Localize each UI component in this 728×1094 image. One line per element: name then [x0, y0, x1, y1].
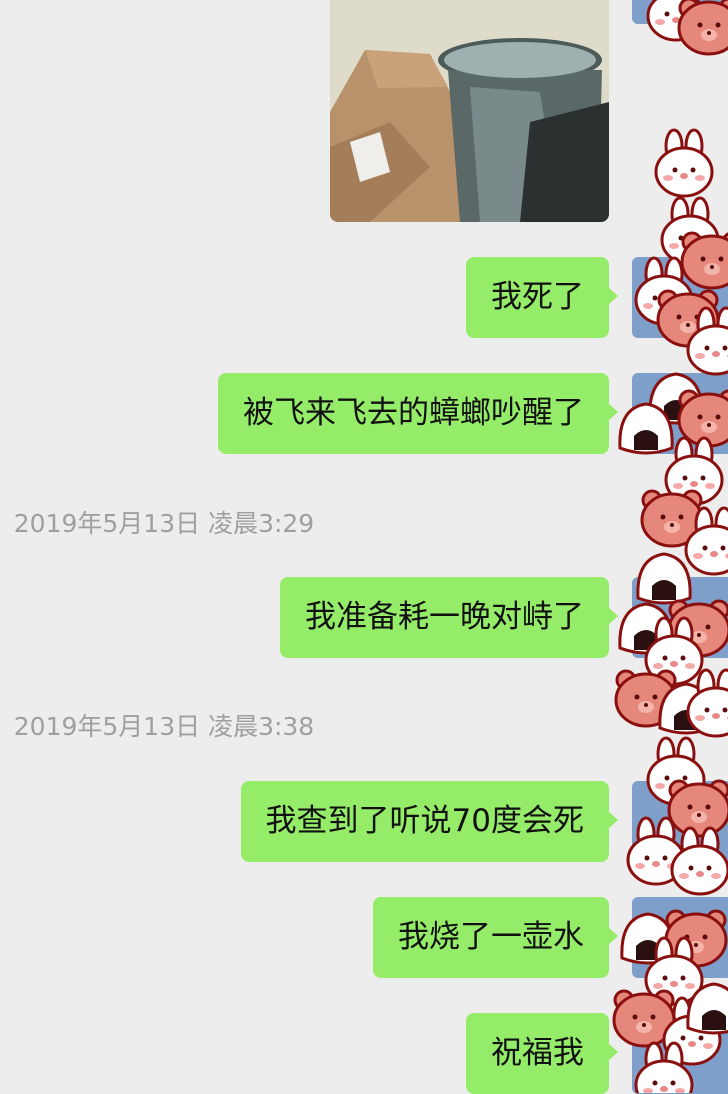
photo-content [330, 0, 609, 222]
message-text: 我烧了一壶水 [398, 919, 584, 955]
message-bubble[interactable]: 我烧了一壶水 [373, 897, 618, 978]
message-bubble[interactable]: 我死了 [466, 257, 618, 338]
avatar-icon[interactable] [632, 577, 728, 658]
avatar-icon[interactable] [632, 373, 728, 454]
message-text: 祝福我 [491, 1035, 584, 1071]
message-text: 我查到了听说70度会死 [265, 803, 584, 839]
message-bubble[interactable]: 被飞来飞去的蟑螂吵醒了 [218, 373, 618, 454]
avatar-icon[interactable] [632, 1013, 728, 1094]
avatar-icon[interactable] [632, 781, 728, 862]
avatar-icon[interactable] [632, 257, 728, 338]
message-bubble[interactable]: 祝福我 [466, 1013, 618, 1094]
timestamp: 2019年5月13日 凌晨3:38 [13, 712, 315, 741]
message-text: 我准备耗一晚对峙了 [305, 599, 584, 635]
avatar-icon[interactable] [632, 897, 728, 978]
timestamp: 2019年5月13日 凌晨3:29 [13, 509, 315, 538]
message-bubble[interactable]: 我查到了听说70度会死 [240, 781, 619, 862]
message-text: 被飞来飞去的蟑螂吵醒了 [243, 395, 584, 431]
avatar-icon[interactable] [632, 0, 728, 24]
message-text: 我死了 [491, 279, 584, 315]
message-bubble[interactable]: 我准备耗一晚对峙了 [280, 577, 618, 658]
image-message[interactable] [330, 0, 609, 222]
